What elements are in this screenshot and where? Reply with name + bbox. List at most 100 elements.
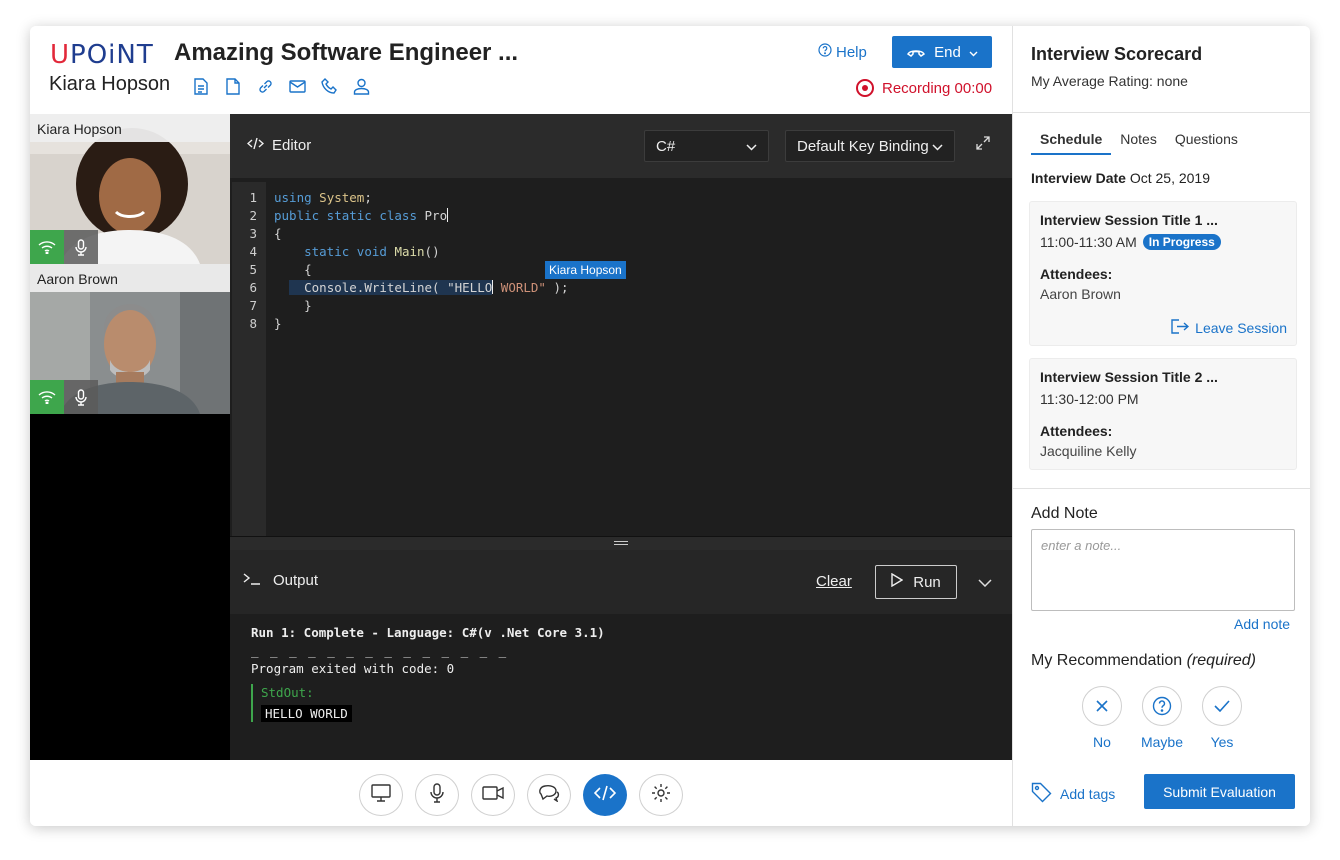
recommend-yes-button[interactable]: Yes xyxy=(1187,686,1257,750)
wifi-icon xyxy=(30,230,64,264)
code-line: { xyxy=(274,262,312,277)
record-icon xyxy=(856,79,874,97)
call-toolbar xyxy=(30,760,1012,826)
keybinding-select[interactable]: Default Key Binding xyxy=(785,130,955,162)
submit-evaluation-button[interactable]: Submit Evaluation xyxy=(1144,774,1295,809)
output-divider: _ _ _ _ _ _ _ _ _ _ _ _ _ _ xyxy=(251,643,509,658)
phone-icon[interactable] xyxy=(318,75,340,97)
session-title: Interview Session Title 1 ... xyxy=(1040,212,1218,228)
line-number: 1 xyxy=(249,190,257,205)
settings-button[interactable] xyxy=(639,774,683,816)
run-button[interactable]: Run xyxy=(875,565,957,599)
microphone-button[interactable] xyxy=(415,774,459,816)
session-time-value: 11:00-11:30 AM xyxy=(1040,234,1137,250)
help-icon xyxy=(818,43,832,61)
recording-indicator: Recording 00:00 xyxy=(856,79,992,97)
add-note-title: Add Note xyxy=(1031,505,1098,522)
editor-toolbar: Editor C# Default Key Binding xyxy=(230,114,1012,178)
line-number: 6 xyxy=(249,280,257,295)
mic-icon[interactable] xyxy=(64,380,98,414)
line-number: 7 xyxy=(249,298,257,313)
session-time: 11:30-12:00 PM xyxy=(1040,391,1286,407)
exit-code-line: Program exited with code: 0 xyxy=(251,661,455,676)
chevron-down-icon xyxy=(746,138,757,155)
close-icon xyxy=(1082,686,1122,726)
video-tile-aaron[interactable]: Aaron Brown xyxy=(30,264,230,414)
video-column: Kiara Hopson Aaron Brown xyxy=(30,114,230,760)
expand-icon[interactable] xyxy=(976,136,990,155)
leave-session-label: Leave Session xyxy=(1195,320,1287,336)
camera-button[interactable] xyxy=(471,774,515,816)
required-label: (required) xyxy=(1186,652,1256,669)
stdout-label: StdOut: xyxy=(261,685,314,700)
add-note-link[interactable]: Add note xyxy=(1234,616,1290,632)
scorecard-panel: Interview Scorecard My Average Rating: n… xyxy=(1012,26,1310,826)
hang-up-icon xyxy=(906,44,926,61)
code-area[interactable]: using System; public static class Pro { … xyxy=(274,189,569,333)
code-line: public static class Pro xyxy=(274,208,449,223)
editor-title: Editor xyxy=(246,137,311,154)
status-badge: In Progress xyxy=(1142,234,1221,250)
chevron-down-icon xyxy=(969,44,978,61)
attendees-label: Attendees: xyxy=(1040,423,1113,439)
email-icon[interactable] xyxy=(286,75,308,97)
clear-output-link[interactable]: Clear xyxy=(816,573,852,590)
resume-icon[interactable] xyxy=(190,75,212,97)
code-line: Console.WriteLine( "HELLO WORLD" ); xyxy=(289,280,569,295)
scorecard-tabs: Schedule Notes Questions xyxy=(1031,130,1247,155)
output-title-label: Output xyxy=(273,572,319,589)
chevron-down-icon[interactable] xyxy=(978,574,992,592)
header: UPOiNT Amazing Software Engineer ... Kia… xyxy=(30,26,1012,114)
screen-share-button[interactable] xyxy=(359,774,403,816)
code-line: } xyxy=(274,316,282,331)
wifi-icon xyxy=(30,380,64,414)
interview-date-label: Interview Date xyxy=(1031,170,1126,186)
output-console: Run 1: Complete - Language: C#(v .Net Co… xyxy=(230,614,1012,760)
question-icon xyxy=(1142,686,1182,726)
code-line: { xyxy=(274,226,282,241)
help-link[interactable]: Help xyxy=(818,43,867,61)
output-title: Output xyxy=(243,572,318,589)
chat-button[interactable] xyxy=(527,774,571,816)
session-title: Interview Session Title 2 ... xyxy=(1040,369,1218,385)
end-call-button[interactable]: End xyxy=(892,36,992,68)
recording-label: Recording 00:00 xyxy=(882,79,993,97)
choice-label: No xyxy=(1093,734,1111,750)
monitor-icon xyxy=(371,783,391,807)
tab-schedule[interactable]: Schedule xyxy=(1031,130,1112,155)
link-icon[interactable] xyxy=(254,75,276,97)
line-number: 4 xyxy=(249,244,257,259)
tab-notes[interactable]: Notes xyxy=(1111,130,1166,155)
end-label: End xyxy=(934,43,961,61)
leave-session-link[interactable]: Leave Session xyxy=(1171,319,1287,337)
drag-handle-icon[interactable] xyxy=(614,541,628,545)
stdout-block: StdOut: HELLO WORLD xyxy=(251,684,991,722)
collaborator-cursor-label: Kiara Hopson xyxy=(545,261,626,279)
line-number: 8 xyxy=(249,316,257,331)
stdout-value: HELLO WORLD xyxy=(261,705,352,722)
code-editor-panel: Editor C# Default Key Binding 1 2 3 4 5 … xyxy=(230,114,1012,760)
session-card: Interview Session Title 1 ... 11:00-11:3… xyxy=(1029,201,1297,346)
session-time-value: 11:30-12:00 PM xyxy=(1040,391,1139,407)
video-name-label: Aaron Brown xyxy=(30,264,230,292)
code-icon xyxy=(593,785,617,806)
document-icon[interactable] xyxy=(222,75,244,97)
language-select[interactable]: C# xyxy=(644,130,769,162)
video-controls xyxy=(30,380,98,414)
mic-icon[interactable] xyxy=(64,230,98,264)
video-tile-kiara[interactable]: Kiara Hopson xyxy=(30,114,230,264)
code-line: using System; xyxy=(274,190,372,205)
video-camera-icon xyxy=(482,785,504,806)
recommendation-label: My Recommendation xyxy=(1031,652,1183,669)
line-number: 5 xyxy=(249,262,257,277)
line-number: 2 xyxy=(249,208,257,223)
add-tags-link[interactable]: Add tags xyxy=(1031,782,1115,806)
average-rating: My Average Rating: none xyxy=(1031,73,1188,89)
profile-icon[interactable] xyxy=(350,75,372,97)
note-input[interactable] xyxy=(1031,529,1295,611)
run-summary: Run 1: Complete - Language: C#(v .Net Co… xyxy=(251,625,605,640)
tab-questions[interactable]: Questions xyxy=(1166,130,1247,155)
code-editor-button[interactable] xyxy=(583,774,627,816)
language-value: C# xyxy=(656,137,676,155)
panel-splitter[interactable] xyxy=(230,536,1012,550)
